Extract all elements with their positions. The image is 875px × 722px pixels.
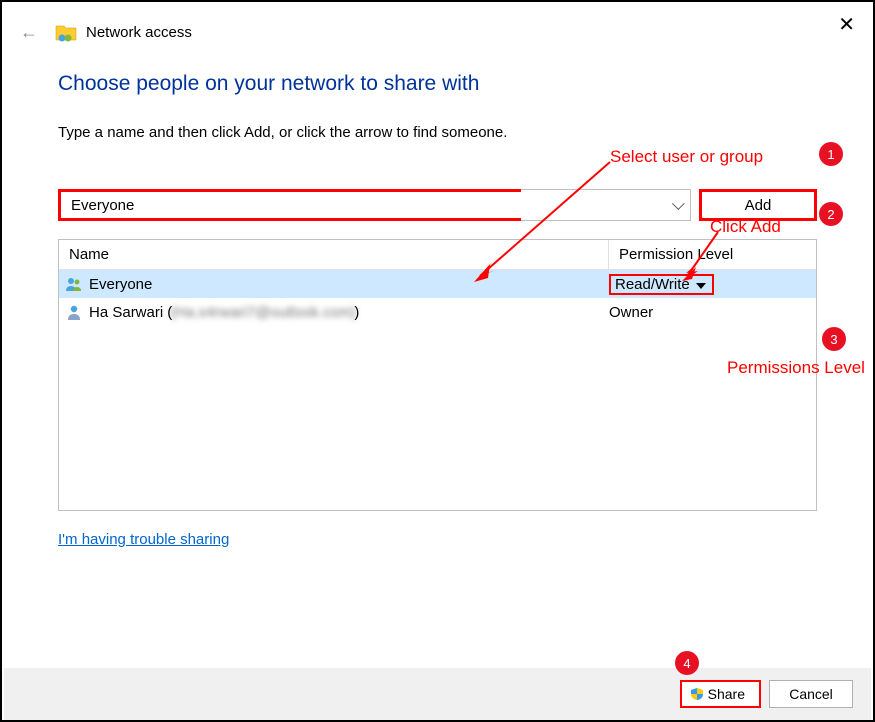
user-email-blurred: (Ha.s4rwari7@outlook.com): [170, 304, 356, 321]
permission-dropdown[interactable]: Read/Write: [609, 274, 714, 295]
table-header: Name Permission Level: [59, 240, 816, 270]
column-permission[interactable]: Permission Level: [609, 240, 816, 269]
cell-permission: Owner: [609, 304, 816, 321]
dialog-title: Network access: [86, 24, 192, 41]
user-name-label: Ha Sarwari: [89, 304, 163, 321]
shield-icon: [690, 687, 704, 701]
column-name[interactable]: Name: [59, 240, 609, 269]
table-row[interactable]: Everyone Read/Write: [59, 270, 816, 298]
dialog-header: ← Network access: [2, 2, 873, 44]
folder-share-icon: [54, 20, 78, 44]
name-input-container: [58, 189, 691, 221]
table-row[interactable]: Ha Sarwari ((Ha.s4rwari7@outlook.com)) O…: [59, 298, 816, 326]
instruction-text: Type a name and then click Add, or click…: [58, 124, 817, 141]
user-icon: [65, 303, 83, 321]
close-icon[interactable]: ✕: [838, 12, 855, 37]
share-button-label: Share: [708, 686, 745, 702]
add-user-row: Add: [58, 189, 817, 221]
table-body: Everyone Read/Write Ha Sarwari ((Ha.s4rw…: [59, 270, 816, 326]
cell-name: Ha Sarwari ((Ha.s4rwari7@outlook.com)): [65, 303, 609, 321]
page-heading: Choose people on your network to share w…: [58, 72, 817, 96]
cell-permission[interactable]: Read/Write: [609, 274, 816, 295]
dialog-footer: Share Cancel: [4, 668, 871, 720]
users-icon: [65, 275, 83, 293]
help-link[interactable]: I'm having trouble sharing: [58, 531, 229, 548]
cancel-button[interactable]: Cancel: [769, 680, 853, 708]
user-name-input[interactable]: [58, 189, 521, 221]
user-name-label: Everyone: [89, 276, 152, 293]
permission-label: Owner: [609, 304, 653, 321]
share-button[interactable]: Share: [680, 680, 761, 708]
cell-name: Everyone: [65, 275, 609, 293]
dialog-content: Choose people on your network to share w…: [2, 44, 873, 549]
back-arrow-icon[interactable]: ←: [20, 22, 38, 43]
permissions-table: Name Permission Level Everyone: [58, 239, 817, 511]
add-button[interactable]: Add: [699, 189, 817, 221]
user-dropdown-toggle[interactable]: [521, 189, 691, 221]
